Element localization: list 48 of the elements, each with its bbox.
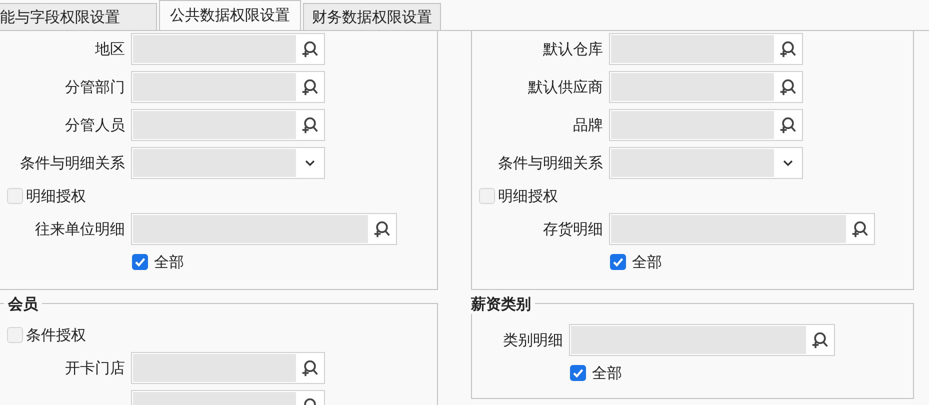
checkbox[interactable] — [610, 254, 626, 270]
search-icon[interactable] — [779, 78, 797, 96]
search-icon[interactable] — [779, 116, 797, 134]
lookup-field[interactable] — [131, 71, 325, 103]
lookup-field[interactable] — [569, 324, 835, 356]
field-label: 条件与明细关系 — [497, 154, 604, 172]
search-icon[interactable] — [851, 220, 869, 238]
group-title: 薪资类别 — [471, 294, 535, 314]
lookup-field[interactable] — [609, 109, 803, 141]
search-icon[interactable] — [301, 116, 319, 134]
chevron-down-icon[interactable] — [782, 159, 794, 167]
field-label: 条件与明细关系 — [19, 154, 126, 172]
search-icon[interactable] — [301, 359, 319, 377]
field-label: 品牌 — [572, 116, 604, 134]
checkbox-label: 全部 — [592, 364, 622, 382]
group-title: 会员 — [4, 294, 42, 314]
tab[interactable]: 能与字段权限设置 — [0, 3, 157, 30]
checkbox-label: 明细授权 — [498, 186, 558, 206]
lookup-field[interactable] — [609, 33, 803, 65]
search-icon[interactable] — [301, 78, 319, 96]
search-icon[interactable] — [373, 220, 391, 238]
search-icon[interactable] — [811, 331, 829, 349]
checkbox-label: 全部 — [154, 252, 184, 272]
checkbox[interactable] — [570, 365, 586, 381]
lookup-field[interactable] — [131, 109, 325, 141]
field-label: 默认供应商 — [527, 78, 604, 96]
search-icon[interactable] — [301, 40, 319, 58]
field-label: 地区 — [94, 40, 126, 58]
field-label: 开卡门店 — [64, 358, 126, 378]
lookup-field[interactable] — [609, 71, 803, 103]
lookup-field[interactable] — [131, 33, 325, 65]
field-label: 存货明细 — [542, 220, 604, 238]
lookup-field[interactable] — [131, 213, 397, 245]
search-icon[interactable] — [779, 40, 797, 58]
lookup-field[interactable] — [609, 213, 875, 245]
field-label: 往来单位明细 — [34, 220, 126, 238]
checkbox[interactable] — [132, 254, 148, 270]
field-label: 分管部门 — [64, 78, 126, 96]
checkbox-label: 全部 — [632, 252, 662, 272]
checkbox-label: 明细授权 — [26, 186, 86, 206]
field-label: 默认仓库 — [542, 40, 604, 58]
checkbox-label: 条件授权 — [26, 326, 86, 344]
field-label: 类别明细 — [502, 330, 564, 350]
lookup-field[interactable] — [131, 352, 325, 384]
chevron-down-icon[interactable] — [304, 159, 316, 167]
tab[interactable]: 公共数据权限设置 — [159, 0, 301, 30]
tab[interactable]: 财务数据权限设置 — [303, 3, 441, 30]
field-label: 分管人员 — [64, 116, 126, 134]
